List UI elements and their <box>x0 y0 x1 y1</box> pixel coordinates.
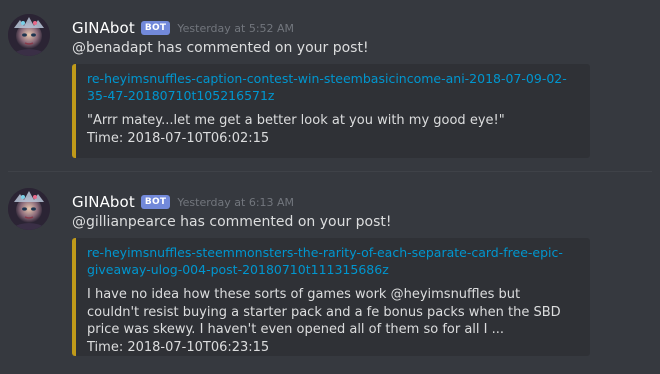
username[interactable]: GINAbot <box>72 193 135 211</box>
avatar[interactable] <box>8 188 50 230</box>
embed-title-link[interactable]: re-heyimsnuffles-caption-contest-win-ste… <box>87 70 567 104</box>
username[interactable]: GINAbot <box>72 19 135 37</box>
bot-badge: BOT <box>140 195 171 209</box>
embed-title-link[interactable]: re-heyimsnuffles-steemmonsters-the-rarit… <box>87 244 567 278</box>
embed-description: "Arrr matey...let me get a better look a… <box>87 113 505 128</box>
embed: re-heyimsnuffles-caption-contest-win-ste… <box>72 64 590 158</box>
embed: re-heyimsnuffles-steemmonsters-the-rarit… <box>72 238 590 356</box>
bot-badge: BOT <box>140 21 171 35</box>
embed-time: Time: 2018-07-10T06:02:15 <box>87 130 270 146</box>
bot-avatar-icon <box>8 14 50 56</box>
avatar[interactable] <box>8 14 50 56</box>
timestamp: Yesterday at 5:52 AM <box>177 21 295 35</box>
message-content: @gillianpearce has commented on your pos… <box>72 214 392 230</box>
bot-avatar-icon <box>8 188 50 230</box>
timestamp: Yesterday at 6:13 AM <box>177 195 295 209</box>
message-header: GINAbot BOT Yesterday at 5:52 AM <box>72 18 294 38</box>
message-divider <box>8 171 652 172</box>
message-content: @benadapt has commented on your post! <box>72 40 369 56</box>
message-header: GINAbot BOT Yesterday at 6:13 AM <box>72 192 294 212</box>
embed-time: Time: 2018-07-10T06:23:15 <box>87 339 270 355</box>
embed-description: I have no idea how these sorts of games … <box>87 287 561 337</box>
